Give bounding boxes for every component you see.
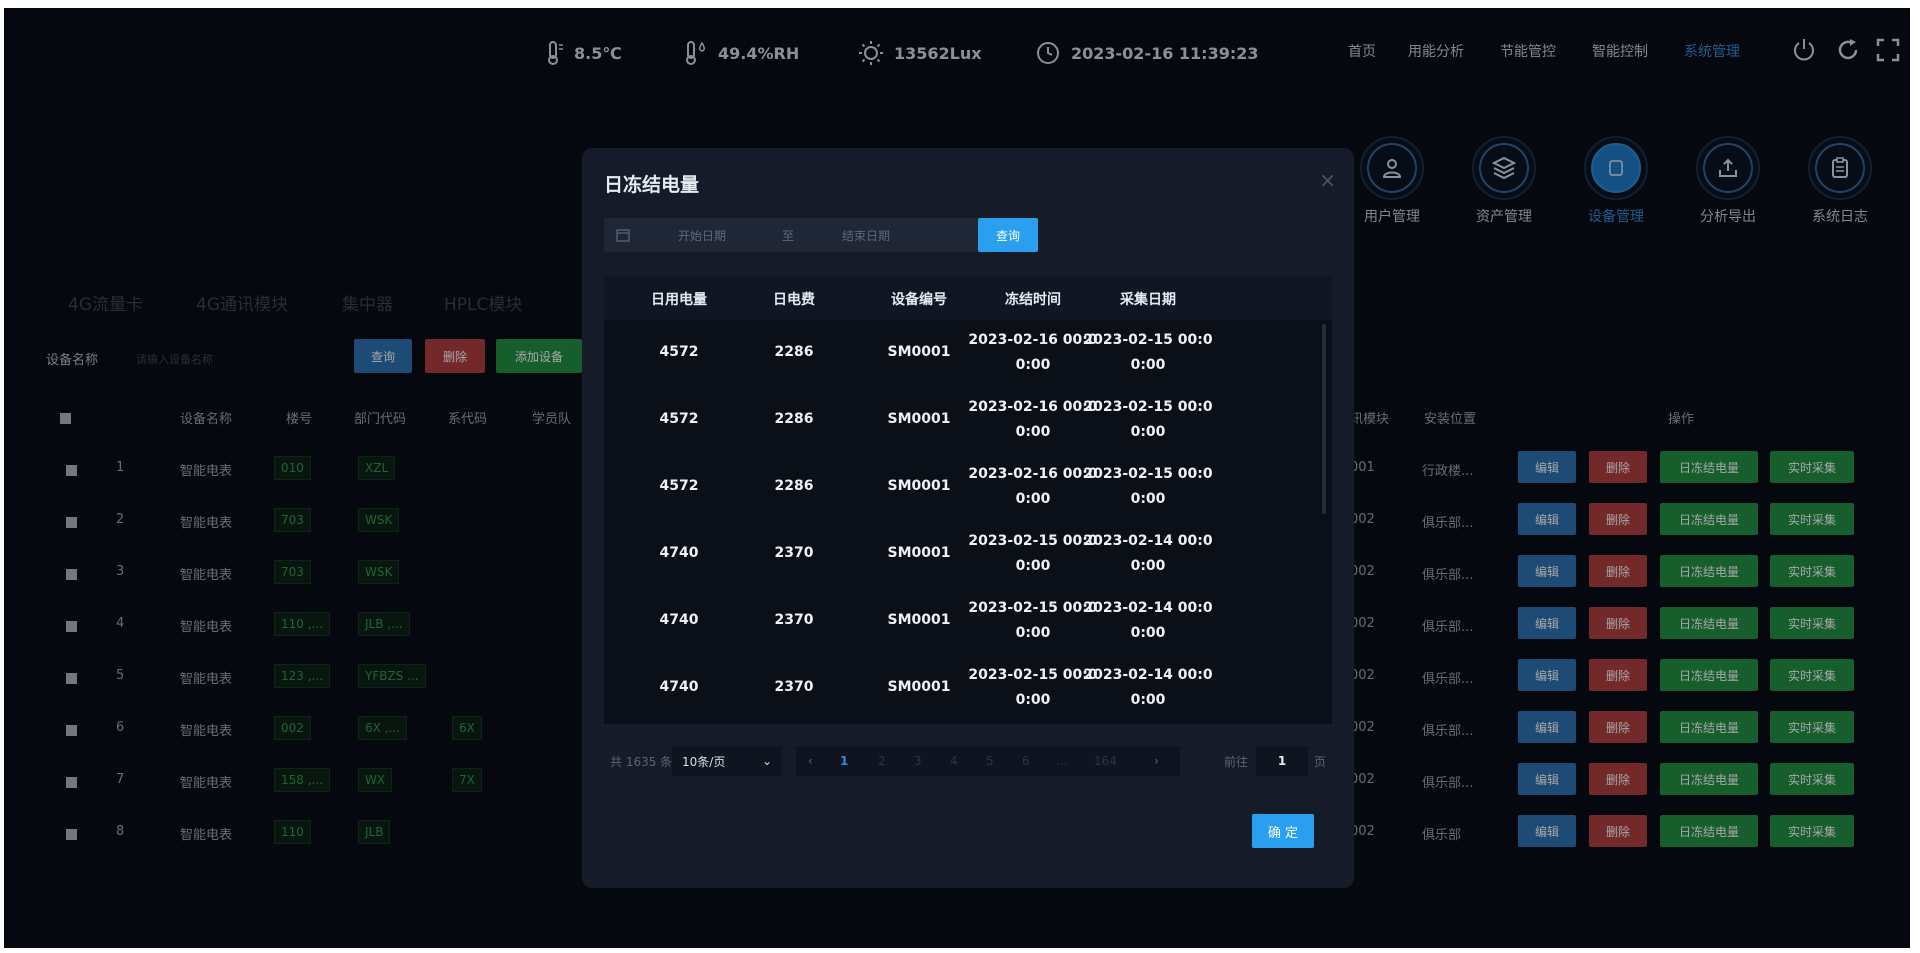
date-range-picker[interactable]: 开始日期 至 结束日期	[604, 218, 979, 252]
cell-collect-date: 2023-02-14 00:0 0:00	[1078, 663, 1218, 713]
page-6[interactable]: 6	[1022, 754, 1030, 768]
dialog-query-button[interactable]: 查询	[978, 218, 1038, 252]
cell-collect-date-line1: 2023-02-15 00:0	[1083, 466, 1213, 482]
end-date-input[interactable]: 结束日期	[842, 227, 890, 244]
page-size-value: 10条/页	[682, 754, 726, 769]
page-5[interactable]: 5	[986, 754, 994, 768]
start-date-input[interactable]: 开始日期	[678, 227, 726, 244]
date-range-separator: 至	[782, 229, 795, 243]
cell-daily-fee: 2370	[774, 612, 814, 628]
cell-daily-fee: 2286	[774, 478, 814, 494]
close-icon[interactable]: ×	[1319, 168, 1336, 192]
chevron-down-icon: ⌄	[761, 754, 772, 768]
cell-collect-date-line1: 2023-02-14 00:0	[1083, 600, 1213, 616]
cell-collect-date-line2: 0:00	[1130, 625, 1166, 641]
cell-collect-date-line2: 0:00	[1130, 357, 1166, 373]
page-2[interactable]: 2	[878, 754, 886, 768]
cell-collect-date-line2: 0:00	[1130, 424, 1166, 440]
page-suffix: 页	[1314, 754, 1327, 769]
pagination-total: 共 1635 条	[610, 754, 673, 769]
next-page-icon[interactable]: ›	[1154, 754, 1159, 768]
cell-daily-fee: 2370	[774, 545, 814, 561]
cell-collect-date-line1: 2023-02-14 00:0	[1083, 533, 1213, 549]
page-3[interactable]: 3	[914, 754, 922, 768]
prev-page-icon[interactable]: ‹	[808, 754, 813, 768]
cell-collect-date: 2023-02-14 00:0 0:00	[1078, 529, 1218, 579]
dialog-title: 日冻结电量	[604, 174, 700, 196]
screen: 8.5℃ 49.4%RH 13562Lux 2023-02-16 11:39:2…	[4, 8, 1910, 948]
cell-daily-fee: 2370	[774, 679, 814, 695]
pagination-pages: ‹ 1 2 3 4 5 6 ... 164 ›	[796, 746, 1180, 776]
goto-page-input[interactable]: 1	[1256, 746, 1308, 776]
page-4[interactable]: 4	[950, 754, 958, 768]
daily-freeze-dialog: 日冻结电量 × 开始日期 至 结束日期 查询 日用电量 日电费 设备编号 冻结时…	[582, 148, 1354, 888]
cell-collect-date: 2023-02-15 00:0 0:00	[1078, 462, 1218, 512]
page-1[interactable]: 1	[840, 754, 848, 768]
freeze-table: 日用电量 日电费 设备编号 冻结时间 采集日期 4572 2286 SM0001 20…	[604, 276, 1332, 724]
table-scrollbar[interactable]	[1322, 324, 1326, 514]
freeze-table-header: 日用电量 日电费 设备编号 冻结时间 采集日期	[604, 276, 1332, 320]
cell-daily-fee: 2286	[774, 344, 814, 360]
page-last[interactable]: 164	[1094, 754, 1117, 768]
cell-collect-date: 2023-02-14 00:0 0:00	[1078, 596, 1218, 646]
col-collect-date: 采集日期	[1120, 292, 1176, 308]
cell-collect-date: 2023-02-15 00:0 0:00	[1078, 328, 1218, 378]
cell-collect-date-line2: 0:00	[1130, 692, 1166, 708]
page-ellipsis[interactable]: ...	[1056, 754, 1067, 768]
cell-collect-date-line2: 0:00	[1130, 558, 1166, 574]
cell-collect-date-line1: 2023-02-14 00:0	[1083, 667, 1213, 683]
confirm-button[interactable]: 确 定	[1252, 814, 1314, 848]
cell-collect-date: 2023-02-15 00:0 0:00	[1078, 395, 1218, 445]
cell-collect-date-line1: 2023-02-15 00:0	[1083, 399, 1213, 415]
cell-daily-fee: 2286	[774, 411, 814, 427]
goto-label: 前往	[1224, 754, 1249, 769]
cell-collect-date-line2: 0:00	[1130, 491, 1166, 507]
col-daily-fee: 日电费	[773, 292, 815, 308]
calendar-icon	[616, 229, 630, 242]
page-size-select[interactable]: 10条/页 ⌄	[672, 746, 782, 776]
cell-collect-date-line1: 2023-02-15 00:0	[1083, 332, 1213, 348]
